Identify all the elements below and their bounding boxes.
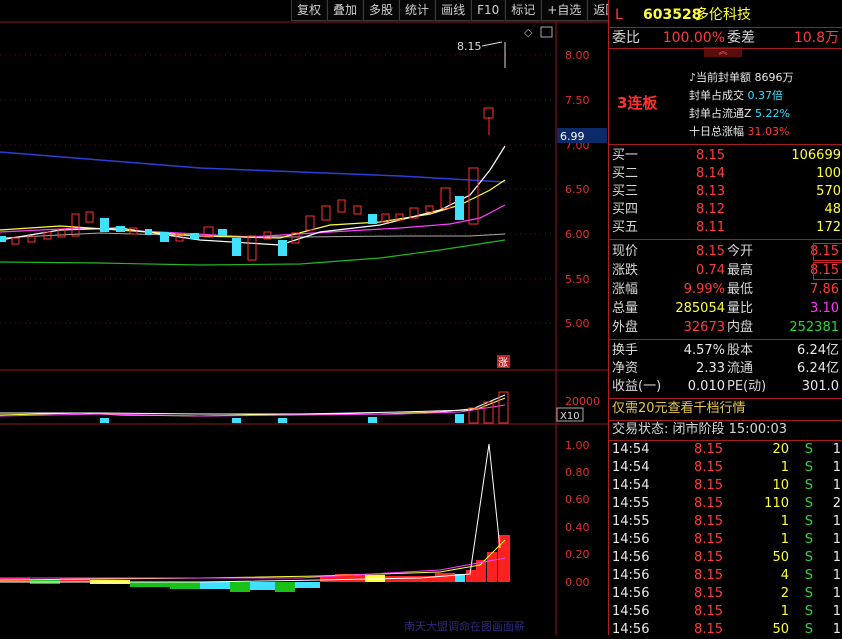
volume-axis-label: 20000 bbox=[565, 395, 600, 408]
indicator-axis-label: 1.00 bbox=[565, 439, 590, 452]
bid-row[interactable]: 买四 8.12 48 bbox=[609, 201, 842, 219]
price-axis-label: 6.00 bbox=[565, 228, 590, 241]
watermark: 南天大盟调命在图画面薪 bbox=[404, 619, 525, 633]
weibi-row: 委比 100.00% 委差 10.8万 bbox=[612, 30, 839, 46]
price-axis-label: 7.50 bbox=[565, 94, 590, 107]
seal-info: ♪当前封单额 8696万 封单占成交 0.37倍 封单占流通Z 5.22% 十日… bbox=[689, 71, 794, 138]
stock-header: L 603528 多伦科技 bbox=[609, 4, 842, 26]
window-toggle-icon bbox=[540, 26, 553, 38]
price-axis-label: 5.50 bbox=[565, 273, 590, 286]
tick-row: 14:54 8.15 20 S 1 bbox=[612, 442, 841, 457]
current-price-tag-text: 6.99 bbox=[560, 130, 585, 143]
ma-line-magenta bbox=[0, 204, 506, 238]
indicator-axis-label: 0.60 bbox=[565, 493, 590, 506]
promo-link[interactable]: 仅需20元查看千档行情 bbox=[609, 400, 842, 418]
indicator-line-yellow bbox=[0, 539, 506, 581]
tick-row: 14:56 8.15 1 S 1 bbox=[612, 604, 841, 619]
tick-row: 14:54 8.15 1 S 1 bbox=[612, 460, 841, 475]
bid-row[interactable]: 买五 8.11 172 bbox=[609, 219, 842, 237]
indicator-bars bbox=[0, 535, 510, 592]
price-axis-label: 5.00 bbox=[565, 317, 590, 330]
stat-row: 外盘 32673 内盘 252381 bbox=[612, 320, 839, 335]
indicator-line-magenta bbox=[0, 557, 506, 579]
stat-row: 总量 285054 量比 3.10 bbox=[612, 301, 839, 316]
stock-code: 603528 bbox=[643, 7, 702, 23]
high-price-box bbox=[813, 262, 842, 280]
market-flag: L bbox=[615, 7, 623, 23]
indicator-axis-label: 0.40 bbox=[565, 521, 590, 534]
diamond-icon: ◇ bbox=[524, 26, 533, 39]
weicha-value: 10.8万 bbox=[793, 30, 839, 46]
bid-row[interactable]: 买二 8.14 100 bbox=[609, 165, 842, 183]
tick-row: 14:56 8.15 4 S 1 bbox=[612, 568, 841, 583]
bid-row[interactable]: 买三 8.13 570 bbox=[609, 183, 842, 201]
svg-text:涨: 涨 bbox=[498, 357, 508, 369]
quote-panel: L 603528 多伦科技 委比 100.00% 委差 10.8万 ︽ 3连板 … bbox=[608, 0, 842, 637]
volume-bars bbox=[0, 391, 509, 424]
tick-row: 14:55 8.15 1 S 1 bbox=[612, 514, 841, 529]
bid-row[interactable]: 买一 8.15 106699 bbox=[609, 147, 842, 165]
stock-name: 多伦科技 bbox=[695, 7, 751, 23]
tick-row: 14:56 8.15 50 S 1 bbox=[612, 550, 841, 565]
tick-row: 14:54 8.15 10 S 1 bbox=[612, 478, 841, 493]
stat-row: 涨幅 9.99% 最低 7.86 bbox=[612, 282, 839, 297]
trade-status: 交易状态: 闭市阶段 15:00:03 bbox=[612, 422, 788, 437]
ma-line-blue bbox=[0, 151, 506, 183]
streak-label: 3连板 bbox=[617, 94, 658, 112]
price-axis-label: 6.50 bbox=[565, 183, 590, 196]
stat-row: 涨跌 0.74 最高 8.15 bbox=[612, 263, 839, 278]
indicator-axis-label: 0.20 bbox=[565, 548, 590, 561]
tick-row: 14:56 8.15 2 S 1 bbox=[612, 586, 841, 601]
tick-row: 14:55 8.15 110 S 2 bbox=[612, 496, 841, 511]
indicator-line-white bbox=[0, 443, 501, 583]
fund-row: 收益(一) 0.010 PE(动) 301.0 bbox=[612, 379, 839, 394]
tick-row: 14:56 8.15 1 S 1 bbox=[612, 532, 841, 547]
stat-row: 现价 8.15 今开 8.15 bbox=[612, 244, 839, 259]
kline-chart[interactable]: 8.00 7.50 7.00 6.50 6.00 5.50 5.00 6.99 … bbox=[0, 0, 608, 635]
price-axis-label: 8.00 bbox=[565, 49, 590, 62]
tick-row: 14:56 8.15 50 S 1 bbox=[612, 622, 841, 637]
indicator-axis-label: 0.80 bbox=[565, 466, 590, 479]
open-price-box bbox=[813, 243, 842, 261]
fund-row: 换手 4.57% 股本 6.24亿 bbox=[612, 343, 839, 358]
ma-line-white bbox=[0, 145, 506, 246]
weibi-value: 100.00% bbox=[662, 30, 725, 46]
volume-unit: X10 bbox=[560, 411, 580, 422]
fund-row: 净资 2.33 流通 6.24亿 bbox=[612, 361, 839, 376]
high-price-marker: 8.15 bbox=[457, 40, 482, 53]
indicator-axis-label: 0.00 bbox=[565, 576, 590, 589]
